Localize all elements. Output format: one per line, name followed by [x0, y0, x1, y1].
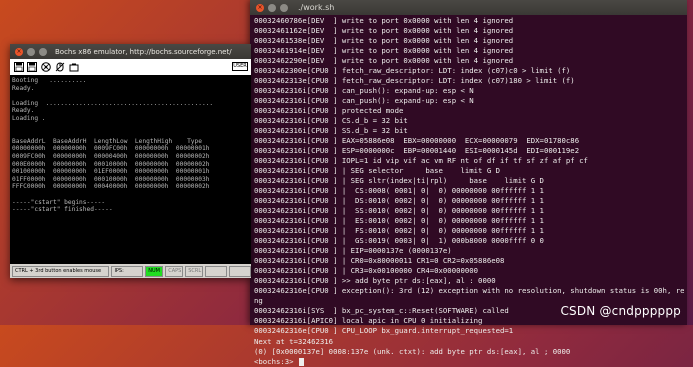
terminal-line: (0) [0x0000137e] 0008:137e (unk. ctxt): …	[254, 346, 571, 356]
terminal-line: 00032462316i[CPU0 ] | EIP=0000137e (0000…	[254, 246, 452, 256]
screen-line: Booting ..........	[12, 77, 87, 84]
terminal-line: 00032462316i[CPU0 ] | FS:0010( 0002| 0| …	[254, 226, 544, 236]
screen-line: BaseAddrL BaseAddrH LengthLow LengthHigh…	[12, 137, 202, 145]
num-lock-indicator: NUM	[145, 265, 164, 277]
bochs-titlebar[interactable]: × Bochs x86 emulator, http://bochs.sourc…	[10, 44, 251, 59]
terminal-line: 00032462290e[DEV ] write to port 0x0000 …	[254, 56, 514, 66]
floppy-b-icon[interactable]	[26, 61, 37, 72]
snapshot-icon[interactable]	[68, 61, 79, 72]
bochs-maximize-icon[interactable]	[39, 47, 47, 56]
bochs-prompt: <bochs:3>	[254, 356, 298, 366]
maximize-icon[interactable]	[280, 3, 288, 12]
screen-line: -----"cstart" begins-----	[12, 198, 106, 206]
bochs-minimize-icon[interactable]	[27, 47, 35, 56]
terminal-line: 00032462300e[CPU0 ] fetch_raw_descriptor…	[254, 66, 571, 76]
terminal-titlebar[interactable]: × ./work.sh	[250, 0, 687, 15]
cdrom-icon[interactable]	[40, 61, 51, 72]
minimize-icon[interactable]	[268, 3, 276, 12]
status-cell-blank	[205, 265, 228, 277]
status-cell-blank	[229, 265, 252, 277]
mouse-icon[interactable]	[54, 61, 65, 72]
bochs-title: Bochs x86 emulator, http://bochs.sourcef…	[55, 47, 232, 56]
terminal-line: 00032462316i[CPU0 ] CS.d_b = 32 bit	[254, 116, 408, 126]
bochs-toolbar: USER	[10, 59, 251, 76]
terminal-line: Next at t=32462316	[254, 336, 334, 346]
terminal-cursor	[298, 357, 304, 366]
terminal-line: 00032461538e[DEV ] write to port 0x0000 …	[254, 36, 514, 46]
bochs-window[interactable]: × Bochs x86 emulator, http://bochs.sourc…	[10, 44, 252, 278]
terminal-line: 00032462316i[CPU0 ] | SEG sltr(index|ti|…	[254, 176, 544, 186]
ips-counter: IPS:	[111, 265, 144, 277]
terminal-line: 00032462316i[CPU0 ] | CR3=0x00100000 CR4…	[254, 266, 479, 276]
user-button[interactable]: USER	[232, 62, 248, 71]
terminal-line: 00032462316i[CPU0 ] | DS:0010( 0002| 0| …	[254, 196, 544, 206]
scroll-lock-indicator: SCRL	[185, 265, 204, 277]
bochs-close-icon[interactable]: ×	[15, 47, 23, 56]
terminal-line: 00032462316e[CPU0 ] exception(): 3rd (12…	[254, 286, 684, 296]
terminal-line: 00032461162e[DEV ] write to port 0x0000 …	[254, 26, 514, 36]
screen-line: 000E0000h 00000000h 00010000h 00000000h …	[12, 160, 210, 168]
terminal-line: 00032462316i[CPU0 ] ESP=0000000c EBP=000…	[254, 146, 580, 156]
screen-line: -----"cstart" finished-----	[12, 206, 113, 214]
terminal-line: 00032461914e[DEV ] write to port 0x0000 …	[254, 46, 514, 56]
bochs-statusbar: CTRL + 3rd button enables mouse IPS: NUM…	[10, 264, 252, 278]
floppy-a-icon[interactable]	[13, 61, 24, 72]
terminal-line: 00032462316i[CPU0 ] EAX=05886e08 EBX=000…	[254, 136, 580, 146]
caps-lock-indicator: CAPS	[165, 265, 184, 277]
screen-line: 00100000h 00000000h 01EF0000h 00000000h …	[12, 168, 210, 176]
close-icon[interactable]: ×	[256, 3, 264, 12]
terminal-line: 00032462316i[CPU0 ] can_push(): expand-u…	[254, 86, 474, 96]
screen-line: Ready.	[12, 84, 35, 92]
terminal-line: 00032462316i[CPU0 ] SS.d_b = 32 bit	[254, 126, 408, 136]
mouse-hint: CTRL + 3rd button enables mouse	[12, 265, 110, 277]
screen-line: Loading .	[12, 115, 46, 122]
terminal-line: 00032462316i[CPU0 ] | SS:0010( 0002| 0| …	[254, 206, 544, 216]
screen-line: Ready.	[12, 107, 35, 115]
terminal-title: ./work.sh	[298, 3, 335, 12]
screen-line: FFFC0000h 00000000h 00040000h 00000000h …	[12, 183, 210, 191]
terminal-line: 00032462316i[CPU0 ] | SEG selector base …	[254, 166, 501, 176]
screen-line: 0009FC00h 00000000h 00000400h 00000000h …	[12, 153, 210, 160]
screen-line: 00000000h 00000000h 0009FC00h 00000000h …	[12, 145, 210, 153]
bochs-prompt-line[interactable]: <bochs:3>	[254, 357, 684, 367]
terminal-line: 00032460786e[DEV ] write to port 0x0000 …	[254, 16, 514, 25]
terminal-line: 00032462316i[CPU0 ] >> add byte ptr ds:[…	[254, 276, 496, 286]
terminal-line: 00032462316e[CPU0 ] CPU_LOOP bx_guard.in…	[254, 326, 514, 336]
screen-line: 01FF0000h 00000000h 00010000h 00000000h …	[12, 175, 210, 183]
terminal-window[interactable]: × ./work.sh 00032460786e[DEV ] write to …	[250, 0, 687, 366]
terminal-line: 00032462316i[CPU0 ] can_push(): expand-u…	[254, 96, 474, 106]
terminal-line: 00032462316i[CPU0 ] protected mode	[254, 106, 404, 116]
bochs-screen[interactable]: Booting .......... Ready. Loading ........…	[10, 75, 251, 264]
terminal-line: 00032462316i[CPU0 ] | CR0=0x80000011 CR1…	[254, 256, 505, 266]
terminal-line: 00032462316i[CPU0 ] IOPL=1 id vip vif ac…	[254, 156, 588, 166]
terminal-line: 00032462316i[CPU0 ] | GS:0019( 0003| 0| …	[254, 236, 544, 246]
terminal-line: 00032462313e[CPU0 ] fetch_raw_descriptor…	[254, 76, 575, 86]
watermark: CSDN @cndpppppp	[560, 304, 681, 318]
terminal-line: 00032462316i[CPU0 ] | ES:0010( 0002| 0| …	[254, 216, 544, 226]
screen-line: Loading ................................…	[12, 99, 214, 107]
terminal-line: 00032462316i[CPU0 ] | CS:0008( 0001| 0| …	[254, 186, 544, 196]
